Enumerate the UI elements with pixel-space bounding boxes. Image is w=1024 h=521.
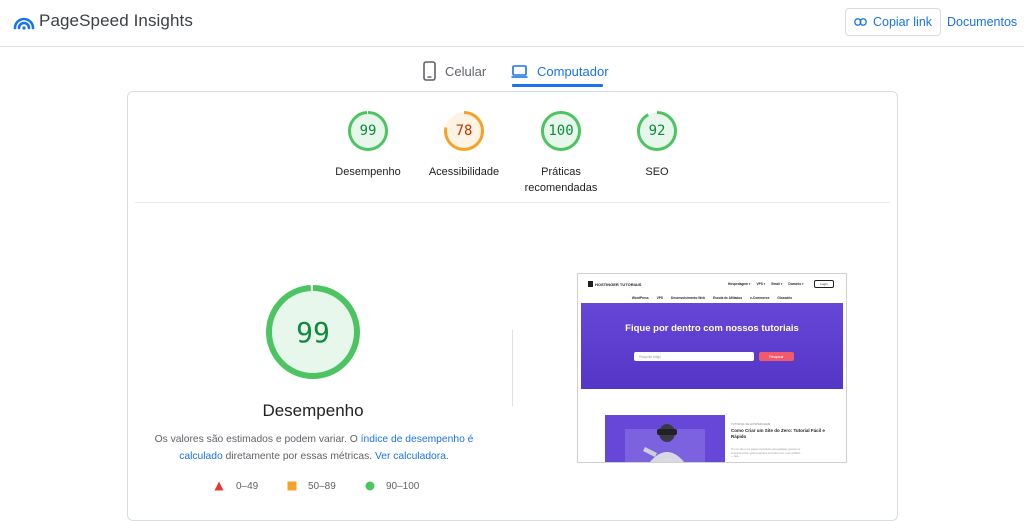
screenshot-submenu: WordPress VPS Desenvolvimento Web Escola… (578, 293, 846, 303)
gauge-ring: 99 (347, 110, 389, 152)
legend-fail: 0–49 (214, 479, 258, 493)
score-label: SEO (645, 166, 669, 178)
performance-title: Desempenho (262, 401, 364, 420)
legend-range: 90–100 (386, 480, 420, 492)
tab-mobile-label: Celular (445, 63, 487, 79)
score-value: 99 (359, 123, 377, 139)
circle-icon (365, 481, 375, 491)
desc-text-2: diretamente por essas métricas. (222, 451, 375, 462)
gauge-ring: 100 (540, 110, 582, 152)
smartphone-icon (423, 61, 436, 81)
gauge-ring: 92 (636, 110, 678, 152)
screenshot-brand: HOSTINGER TUTORIAIS (588, 281, 641, 287)
screenshot-menu-item: Domínio ▾ (788, 282, 804, 286)
legend-pass: 90–100 (365, 479, 419, 493)
screenshot-hero-title: Fique por dentro com nossos tutoriais (625, 323, 799, 334)
screenshot-menu-item: VPS ▾ (756, 282, 766, 286)
screenshot-article-image (605, 415, 725, 462)
screenshot-search: Pesquise artigo (634, 352, 754, 361)
screenshot-submenu-item: Escola de Afiliados (712, 296, 743, 300)
score-value: 92 (648, 123, 666, 139)
top-bar: PageSpeed Insights Copiar link Documento… (0, 0, 1024, 47)
screenshot-article-excerpt: Ter um site é um passo importante para q… (731, 448, 801, 458)
hostinger-logo-icon (588, 281, 593, 287)
screenshot-search-button: Pesquisar (759, 352, 794, 361)
triangle-icon (214, 481, 224, 491)
screenshot-submenu-item: VPS (656, 296, 664, 300)
screenshot-submenu-item: e-Commerce (750, 296, 770, 300)
screenshot-submenu-item: WordPress (631, 296, 649, 300)
app-title: PageSpeed Insights (39, 11, 193, 30)
pagespeed-logo-icon (13, 17, 35, 30)
screenshot-login: Login (814, 280, 834, 288)
score-value: 78 (455, 123, 473, 139)
tab-desktop[interactable]: Computador (511, 55, 609, 87)
legend-average: 50–89 (287, 479, 336, 493)
screenshot-menu: Hospedagem ▾ VPS ▾ Email ▾ Domínio ▾ (728, 282, 804, 286)
vertical-divider (512, 330, 513, 406)
gauge-ring: 78 (443, 110, 485, 152)
desc-text-1: Os valores são estimados e podem variar.… (154, 434, 361, 445)
device-tabs: Celular Computador (0, 55, 1024, 87)
screenshot-submenu-item: Glossário (777, 296, 793, 300)
section-divider (135, 202, 890, 203)
screenshot-menu-item: Hospedagem ▾ (728, 282, 751, 286)
score-gauge-seo[interactable]: 92 SEO (597, 110, 717, 180)
screenshot-article-tag: TUTORIAL DE HOSPEDAGEM (731, 422, 771, 426)
screenshot-hero: Fique por dentro com nossos tutoriais Pe… (581, 303, 843, 389)
link-icon (854, 18, 867, 26)
copy-link-label: Copiar link (872, 15, 933, 29)
copy-link-button[interactable]: Copiar link (845, 8, 941, 36)
screenshot-article-title: Como Criar um Site do Zero: Tutorial Fác… (731, 428, 825, 439)
tab-mobile[interactable]: Celular (423, 55, 486, 87)
score-label: Práticas recomendadas (524, 166, 598, 194)
screenshot-brand-text: HOSTINGER TUTORIAIS (595, 281, 642, 287)
screenshot-menu-item: Email ▾ (771, 282, 783, 286)
score-value: 100 (548, 123, 574, 139)
performance-gauge: 99 (264, 283, 362, 381)
legend-range: 50–89 (308, 480, 336, 492)
legend-range: 0–49 (236, 480, 259, 492)
performance-description: Os valores são estimados e podem variar.… (150, 431, 478, 465)
performance-score: 99 (296, 315, 330, 349)
square-icon (287, 481, 297, 491)
active-tab-indicator (512, 84, 603, 87)
tab-desktop-label: Computador (537, 63, 609, 79)
screenshot-navbar: HOSTINGER TUTORIAIS Hospedagem ▾ VPS ▾ E… (578, 274, 846, 292)
final-screenshot[interactable]: HOSTINGER TUTORIAIS Hospedagem ▾ VPS ▾ E… (577, 273, 847, 463)
laptop-icon (511, 64, 528, 78)
screenshot-submenu-item: Desenvolvimento Web (671, 296, 705, 300)
calculator-link[interactable]: Ver calculadora. (375, 451, 449, 462)
docs-link[interactable]: Documentos (947, 15, 1017, 29)
